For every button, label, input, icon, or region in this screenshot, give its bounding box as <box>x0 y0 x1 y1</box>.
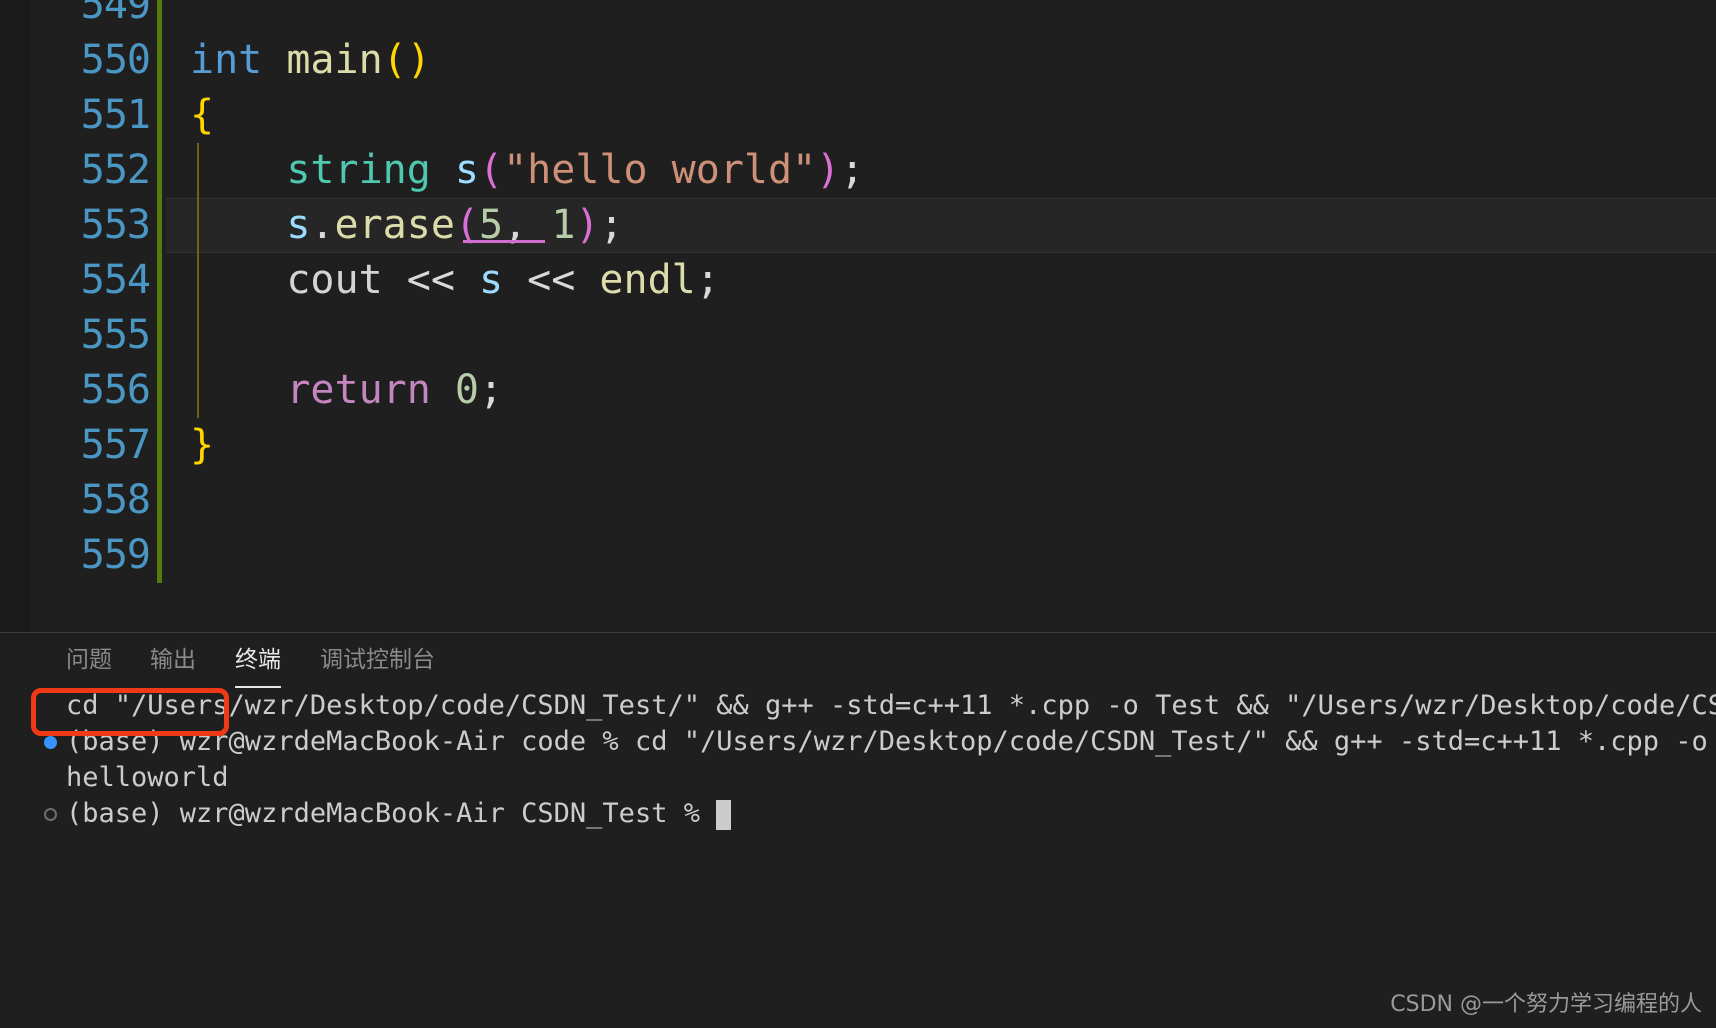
code-token: ) <box>816 147 841 193</box>
code-token: ( <box>479 147 504 193</box>
code-line-553[interactable]: 553 s.erase(5, 1); <box>0 198 1716 253</box>
code-text: return 0; <box>190 363 503 418</box>
line-number: 553 <box>80 202 151 248</box>
code-text: cout << s << endl; <box>190 253 720 308</box>
code-token: s <box>454 147 479 193</box>
code-line-550[interactable]: 550 int main() <box>0 33 1716 88</box>
code-token: ) <box>575 202 600 248</box>
line-number: 550 <box>80 37 151 83</box>
panel-tab-label: 输出 <box>150 647 196 673</box>
terminal-cursor <box>716 800 731 830</box>
code-token: main <box>286 37 383 83</box>
code-token: ; <box>840 147 865 193</box>
code-token: s <box>478 257 504 303</box>
command-status-dot <box>44 808 57 821</box>
panel-tab-label: 调试控制台 <box>320 647 435 673</box>
code-line-557[interactable]: 557} <box>0 418 1716 473</box>
code-token: () <box>382 37 431 83</box>
line-number: 551 <box>80 92 151 138</box>
modified-gutter-marker <box>157 528 162 583</box>
modified-gutter-marker <box>157 418 162 473</box>
line-number: 557 <box>80 422 151 468</box>
tab-problems[interactable]: 问题 <box>66 633 112 688</box>
code-token: << <box>503 257 600 303</box>
code-token: endl <box>599 257 696 303</box>
code-token: cout <box>286 257 383 303</box>
line-number: 558 <box>80 477 151 523</box>
code-token: { <box>190 92 215 138</box>
csdn-watermark: CSDN @一个努力学习编程的人 <box>1390 992 1702 1017</box>
code-text: int main() <box>190 33 431 88</box>
code-token: 0 <box>454 367 480 413</box>
terminal-line: cd "/Users/wzr/Desktop/code/CSDN_Test/" … <box>66 690 1716 721</box>
panel-tab-label: 问题 <box>66 647 112 673</box>
line-number: 549 <box>80 0 151 28</box>
code-token: . <box>310 202 335 248</box>
command-status-dot <box>44 736 57 749</box>
code-line-551[interactable]: 551 { <box>0 88 1716 143</box>
vscode-window: 549 550 int main() 551{552 string s("hello … <box>0 0 1716 1028</box>
modified-gutter-marker <box>157 198 162 253</box>
modified-gutter-marker <box>157 0 162 33</box>
code-text: s.erase(5, 1); <box>190 198 624 253</box>
code-token: string <box>286 147 455 193</box>
modified-gutter-marker <box>157 308 162 363</box>
code-line-549[interactable]: 549 <box>0 0 1716 33</box>
terminal-line: (base) wzr@wzrdeMacBook-Air code % cd "/… <box>66 726 1708 757</box>
tab-terminal[interactable]: 终端 <box>235 633 281 688</box>
line-number: 555 <box>80 312 151 358</box>
modified-gutter-marker <box>157 363 162 418</box>
code-token: "hello world" <box>503 147 817 193</box>
panel-tab-bar: 问题 输出 终端 调试控制台 <box>0 633 1716 688</box>
code-token: << <box>382 257 479 303</box>
code-line-552[interactable]: 552 string s("hello world"); <box>0 143 1716 198</box>
tab-output[interactable]: 输出 <box>150 633 196 688</box>
code-text: { <box>190 88 214 143</box>
code-token: } <box>190 422 215 468</box>
code-editor[interactable]: 549 550 int main() 551{552 string s("hello … <box>0 0 1716 632</box>
code-text: } <box>190 418 214 473</box>
parameter-hint-underline <box>463 240 545 243</box>
line-number: 554 <box>80 257 151 303</box>
code-line-559[interactable]: 559 <box>0 528 1716 583</box>
terminal-line: (base) wzr@wzrdeMacBook-Air CSDN_Test % <box>66 798 717 829</box>
code-line-554[interactable]: 554 cout << s << endl; <box>0 253 1716 308</box>
terminal-line: helloworld <box>66 762 229 793</box>
code-line-556[interactable]: 556 return 0; <box>0 363 1716 418</box>
code-token: 1 <box>551 202 576 248</box>
terminal-output[interactable]: cd "/Users/wzr/Desktop/code/CSDN_Test/" … <box>0 688 1716 1028</box>
panel-tab-label: 终端 <box>235 647 281 673</box>
modified-gutter-marker <box>157 473 162 528</box>
bottom-panel: 问题 输出 终端 调试控制台 cd "/Users/wzr/Desktop/code/… <box>0 632 1716 1028</box>
code-token: erase <box>334 202 455 248</box>
indent-guide <box>197 308 199 363</box>
code-line-555[interactable]: 555 <box>0 308 1716 363</box>
modified-gutter-marker <box>157 33 162 88</box>
code-token: return <box>286 367 431 413</box>
code-token: s <box>286 202 311 248</box>
code-token: int <box>190 37 287 83</box>
modified-gutter-marker <box>157 88 162 143</box>
tab-debug-console[interactable]: 调试控制台 <box>320 633 435 688</box>
modified-gutter-marker <box>157 253 162 308</box>
line-number: 556 <box>80 367 151 413</box>
code-token: ; <box>599 202 624 248</box>
code-token: ; <box>695 257 720 303</box>
line-number: 559 <box>80 532 151 578</box>
modified-gutter-marker <box>157 143 162 198</box>
line-number: 552 <box>80 147 151 193</box>
code-token: ; <box>479 367 504 413</box>
code-line-558[interactable]: 558 <box>0 473 1716 528</box>
code-text: string s("hello world"); <box>190 143 864 198</box>
